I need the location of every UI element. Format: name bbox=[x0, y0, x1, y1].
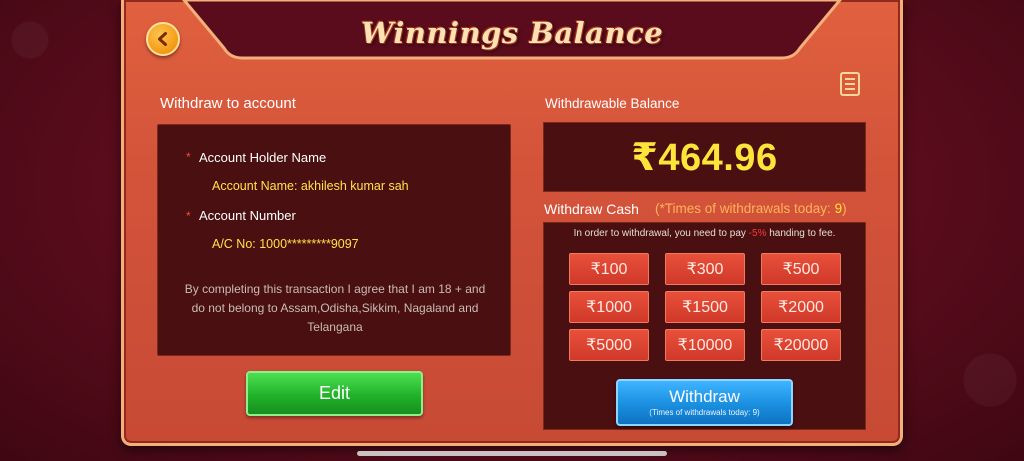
document-icon[interactable] bbox=[840, 72, 860, 96]
fee-note: In order to withdrawal, you need to pay … bbox=[573, 228, 836, 239]
withdraw-button-sublabel: (Times of withdrawals today: 9) bbox=[649, 408, 760, 417]
home-indicator[interactable] bbox=[357, 451, 667, 456]
amount-button-100[interactable]: ₹100 bbox=[569, 253, 649, 285]
amount-button-10000[interactable]: ₹10000 bbox=[665, 329, 745, 361]
withdraw-to-account-label: Withdraw to account bbox=[160, 95, 296, 112]
edit-button[interactable]: Edit bbox=[246, 371, 423, 416]
amount-button-1000[interactable]: ₹1000 bbox=[569, 291, 649, 323]
account-number-value: A/C No: 1000*********9097 bbox=[212, 237, 359, 251]
chevron-left-icon bbox=[158, 32, 167, 46]
required-mark: * bbox=[186, 209, 191, 223]
withdraw-button[interactable]: Withdraw (Times of withdrawals today: 9) bbox=[616, 379, 793, 426]
withdrawable-balance-label: Withdrawable Balance bbox=[545, 96, 680, 111]
amount-button-1500[interactable]: ₹1500 bbox=[665, 291, 745, 323]
amount-button-5000[interactable]: ₹5000 bbox=[569, 329, 649, 361]
amount-button-300[interactable]: ₹300 bbox=[665, 253, 745, 285]
required-mark: * bbox=[186, 150, 191, 164]
withdrawals-today-note: (*Times of withdrawals today: 9) bbox=[655, 201, 847, 216]
amount-button-20000[interactable]: ₹20000 bbox=[761, 329, 841, 361]
account-holder-label: Account Holder Name bbox=[199, 150, 327, 165]
withdraw-cash-label: Withdraw Cash bbox=[544, 201, 639, 217]
balance-box: ₹464.96 bbox=[543, 122, 866, 192]
page-title: Winnings Balance bbox=[360, 16, 664, 50]
back-button[interactable] bbox=[146, 22, 180, 56]
amount-button-500[interactable]: ₹500 bbox=[761, 253, 841, 285]
amount-button-2000[interactable]: ₹2000 bbox=[761, 291, 841, 323]
balance-value: ₹464.96 bbox=[631, 136, 778, 179]
account-number-label: Account Number bbox=[199, 208, 296, 223]
withdraw-button-label: Withdraw bbox=[669, 387, 740, 406]
age-disclaimer: By completing this transaction I agree t… bbox=[184, 282, 486, 334]
account-holder-value: Account Name: akhilesh kumar sah bbox=[212, 179, 409, 193]
